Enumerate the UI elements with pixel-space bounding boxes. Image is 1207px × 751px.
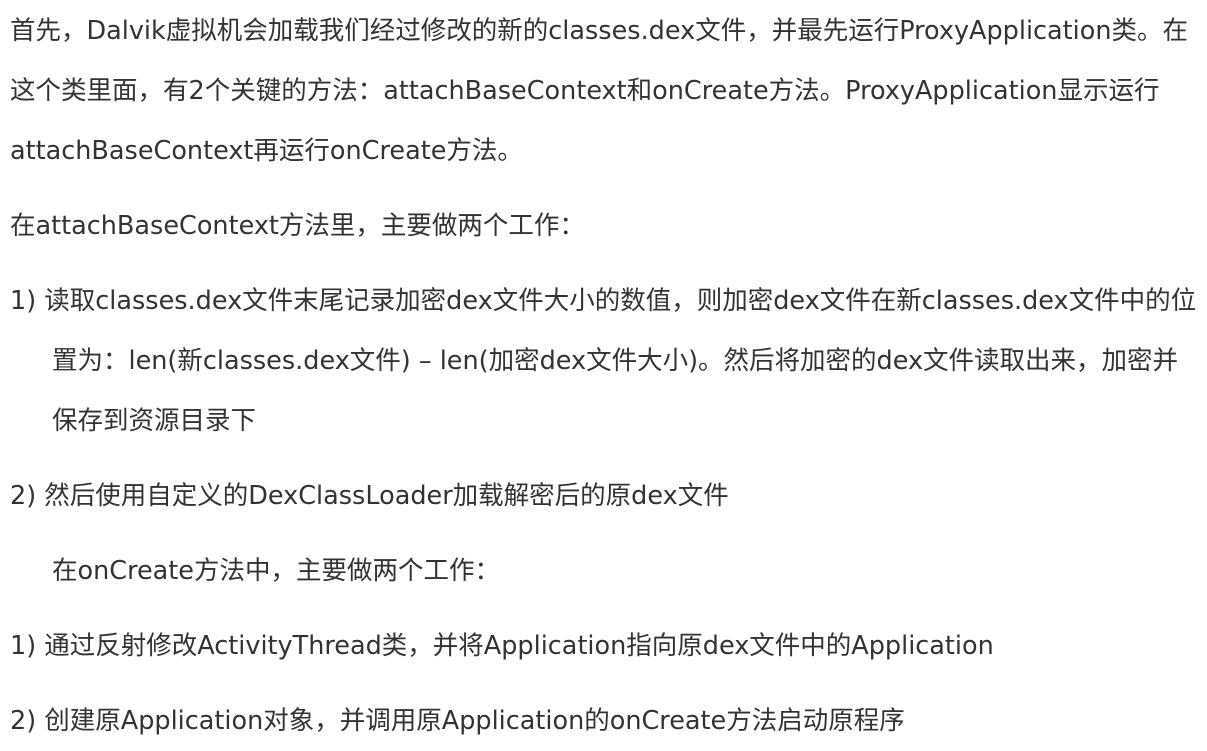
intro-paragraph: 首先，Dalvik虚拟机会加载我们经过修改的新的classes.dex文件，并最… (10, 16, 1189, 166)
oncreate-step-2: 2) 创建原Application对象，并调用原Application的onCr… (10, 706, 905, 736)
oncreate-step-1: 1) 通过反射修改ActivityThread类，并将Application指向… (10, 631, 994, 661)
oncreate-heading: 在onCreate方法中，主要做两个工作： (52, 556, 500, 586)
attach-step-2: 2) 然后使用自定义的DexClassLoader加载解密后的原dex文件 (10, 481, 729, 511)
attach-heading: 在attachBaseContext方法里，主要做两个工作： (10, 211, 585, 241)
attach-step-1: 1) 读取classes.dex文件末尾记录加密dex文件大小的数值，则加密de… (10, 286, 1197, 436)
article-body: 首先，Dalvik虚拟机会加载我们经过修改的新的classes.dex文件，并最… (0, 0, 1207, 749)
